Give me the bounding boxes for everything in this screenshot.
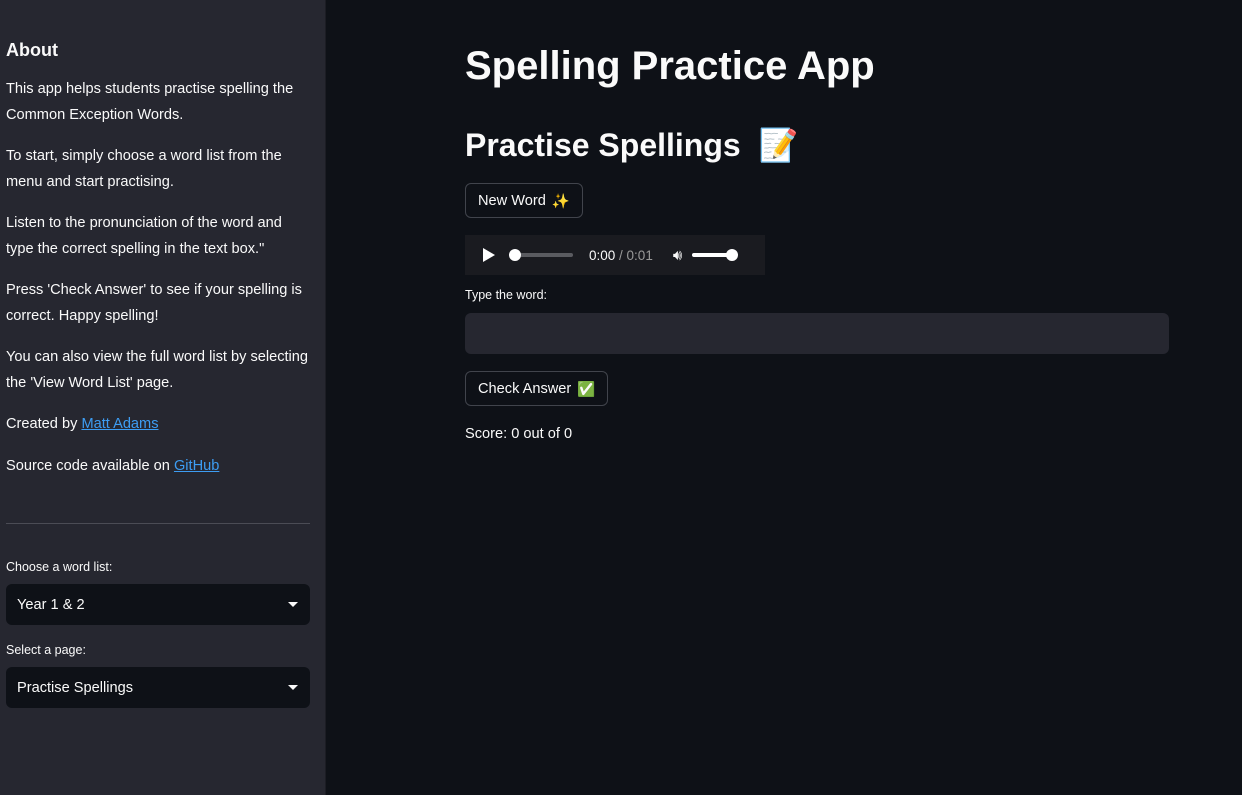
check-answer-button[interactable]: Check Answer ✅ xyxy=(465,371,609,406)
word-list-value: Year 1 & 2 xyxy=(17,596,85,613)
page-value: Practise Spellings xyxy=(17,679,133,696)
chevron-down-icon xyxy=(288,602,298,607)
about-paragraph: Listen to the pronunciation of the word … xyxy=(6,215,282,257)
about-paragraph: This app helps students practise spellin… xyxy=(6,81,294,123)
sparkles-icon: ✨ xyxy=(551,193,571,210)
created-by: Created by Matt Adams xyxy=(6,412,311,438)
audio-seek-slider[interactable] xyxy=(509,249,573,261)
audio-player: 0:00 / 0:01 🔊︎ xyxy=(465,235,765,275)
check-mark-icon: ✅ xyxy=(577,381,596,398)
about-paragraph: To start, simply choose a word list from… xyxy=(6,148,282,190)
new-word-button[interactable]: New Word ✨ xyxy=(465,183,584,218)
github-link[interactable]: GitHub xyxy=(174,458,219,474)
page-label: Select a page: xyxy=(6,643,86,657)
source-code: Source code available on GitHub xyxy=(6,454,311,480)
duration: / 0:01 xyxy=(619,247,653,263)
play-icon[interactable] xyxy=(483,248,495,262)
sidebar: About This app helps students practise s… xyxy=(0,0,326,795)
word-list-label: Choose a word list: xyxy=(6,560,113,574)
source-text: Source code available on xyxy=(6,457,174,474)
section-title-text: Practise Spellings xyxy=(465,127,741,163)
memo-icon: 📝 xyxy=(758,127,799,163)
about-heading: About xyxy=(6,40,58,60)
audio-time: 0:00 / 0:01 xyxy=(589,248,653,263)
seek-handle[interactable] xyxy=(509,249,521,261)
current-time: 0:00 xyxy=(589,247,616,263)
word-list-select[interactable]: Year 1 & 2 xyxy=(6,584,310,625)
new-word-label: New Word xyxy=(478,192,546,209)
word-input[interactable] xyxy=(465,313,1169,354)
author-link[interactable]: Matt Adams xyxy=(81,416,158,432)
section-title: Practise Spellings 📝 xyxy=(465,126,1169,166)
about-paragraph: You can also view the full word list by … xyxy=(6,349,309,391)
check-answer-label: Check Answer xyxy=(478,380,572,397)
page-select[interactable]: Practise Spellings xyxy=(6,667,310,708)
main-content: Spelling Practice App Practise Spellings… xyxy=(465,0,1169,442)
volume-handle[interactable] xyxy=(726,249,739,261)
volume-slider[interactable] xyxy=(692,249,739,261)
word-input-label: Type the word: xyxy=(465,288,547,302)
chevron-down-icon xyxy=(288,685,298,690)
divider xyxy=(6,523,310,524)
page-title: Spelling Practice App xyxy=(465,44,875,88)
score-text: Score: 0 out of 0 xyxy=(465,426,573,442)
created-by-text: Created by xyxy=(6,416,82,432)
about-paragraph: Press 'Check Answer' to see if your spel… xyxy=(6,282,302,324)
volume-icon[interactable]: 🔊︎ xyxy=(673,247,682,264)
